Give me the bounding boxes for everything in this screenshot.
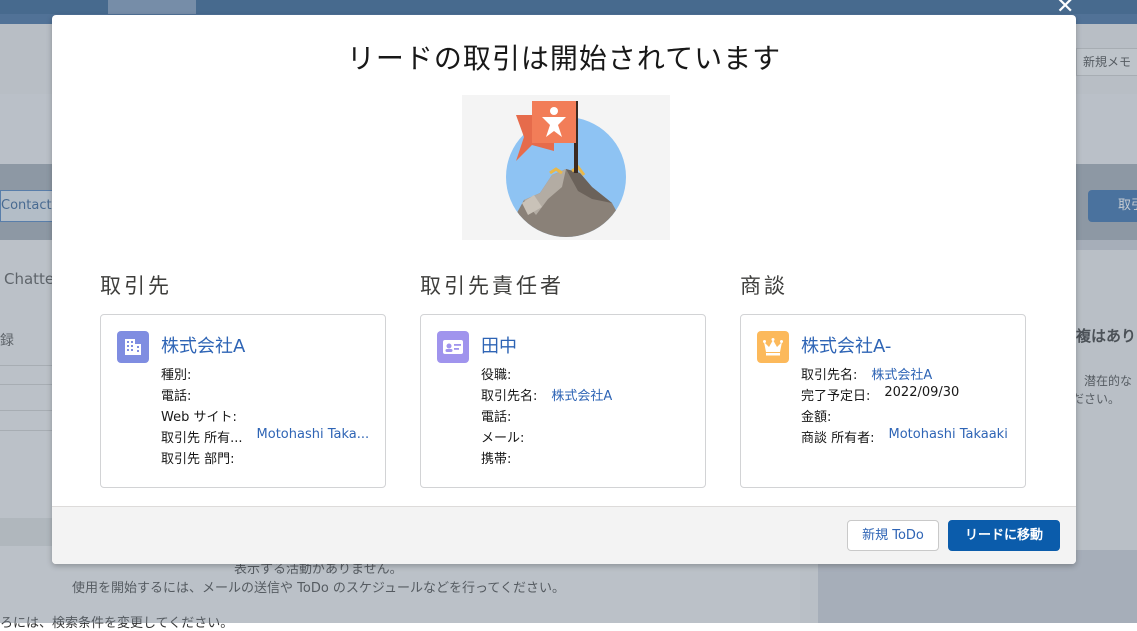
field-row: 商談 所有者: Motohashi Takaaki <box>801 427 1016 448</box>
modal-title: リードの取引は開始されています <box>346 42 782 75</box>
field-row: 電話: <box>161 385 376 406</box>
opportunity-card: 株式会社A- 取引先名: 株式会社A 完了予定日: 2022/09/30 金額: 商… <box>740 314 1026 488</box>
contact-name-link[interactable]: 田中 <box>481 332 517 358</box>
field-row: 金額: <box>801 406 1016 427</box>
account-name-link[interactable]: 株式会社A <box>161 332 245 358</box>
go-to-leads-button[interactable]: リードに移動 <box>948 520 1060 551</box>
mountain-flag-icon <box>506 101 626 237</box>
field-label: メール: <box>481 431 525 446</box>
field-row: 役職: <box>481 364 696 385</box>
field-row: Web サイト: <box>161 406 376 427</box>
close-date-value: 2022/09/30 <box>884 385 960 400</box>
field-row: メール: <box>481 427 696 448</box>
field-row: 完了予定日: 2022/09/30 <box>801 385 1016 406</box>
field-label: Web サイト: <box>161 410 237 425</box>
crown-icon <box>757 331 789 363</box>
opportunity-name-link[interactable]: 株式会社A- <box>801 332 891 358</box>
mountain-flag-illustration <box>462 95 670 240</box>
account-card: 株式会社A 種別: 電話: Web サイト: 取引先 所有... Motohash… <box>100 314 386 488</box>
field-label: 取引先 部門: <box>161 452 235 467</box>
opportunity-owner-link[interactable]: Motohashi Takaaki <box>889 427 1008 448</box>
account-fields: 種別: 電話: Web サイト: 取引先 所有... Motohashi Taka… <box>161 364 376 469</box>
field-label: 取引先 所有... <box>161 431 243 446</box>
building-icon <box>117 331 149 363</box>
field-label: 取引先名: <box>801 368 858 383</box>
field-row: 取引先名: 株式会社A <box>801 364 1016 385</box>
contact-card: 田中 役職: 取引先名: 株式会社A 電話: メール: 携帯: <box>420 314 706 488</box>
convert-lead-success-modal: リードの取引は開始されています 取引先 株式会社A 種別: 電話: Web サイ… <box>52 15 1076 564</box>
field-row: 携帯: <box>481 448 696 469</box>
field-label: 種別: <box>161 368 192 383</box>
contact-account-link[interactable]: 株式会社A <box>551 385 612 406</box>
field-label: 電話: <box>481 410 512 425</box>
contact-fields: 役職: 取引先名: 株式会社A 電話: メール: 携帯: <box>481 364 696 469</box>
modal-footer: 新規 ToDo リードに移動 <box>52 506 1076 564</box>
field-label: 役職: <box>481 368 512 383</box>
field-row: 電話: <box>481 406 696 427</box>
field-row: 取引先名: 株式会社A <box>481 385 696 406</box>
section-label-account: 取引先 <box>100 274 172 298</box>
account-owner-link[interactable]: Motohashi Taka... <box>257 427 370 448</box>
field-label: 取引先名: <box>481 389 538 404</box>
field-label: 金額: <box>801 410 832 425</box>
field-row: 取引先 部門: <box>161 448 376 469</box>
section-label-opportunity: 商談 <box>740 274 788 298</box>
opportunity-fields: 取引先名: 株式会社A 完了予定日: 2022/09/30 金額: 商談 所有者: M… <box>801 364 1016 448</box>
new-todo-button[interactable]: 新規 ToDo <box>847 520 939 551</box>
field-label: 電話: <box>161 389 192 404</box>
field-row: 取引先 所有... Motohashi Taka... <box>161 427 376 448</box>
field-label: 携帯: <box>481 452 512 467</box>
field-label: 完了予定日: <box>801 389 871 404</box>
field-row: 種別: <box>161 364 376 385</box>
field-label: 商談 所有者: <box>801 431 875 446</box>
contact-card-icon <box>437 331 469 363</box>
section-label-contact: 取引先責任者 <box>420 274 564 298</box>
opportunity-account-link[interactable]: 株式会社A <box>871 364 932 385</box>
